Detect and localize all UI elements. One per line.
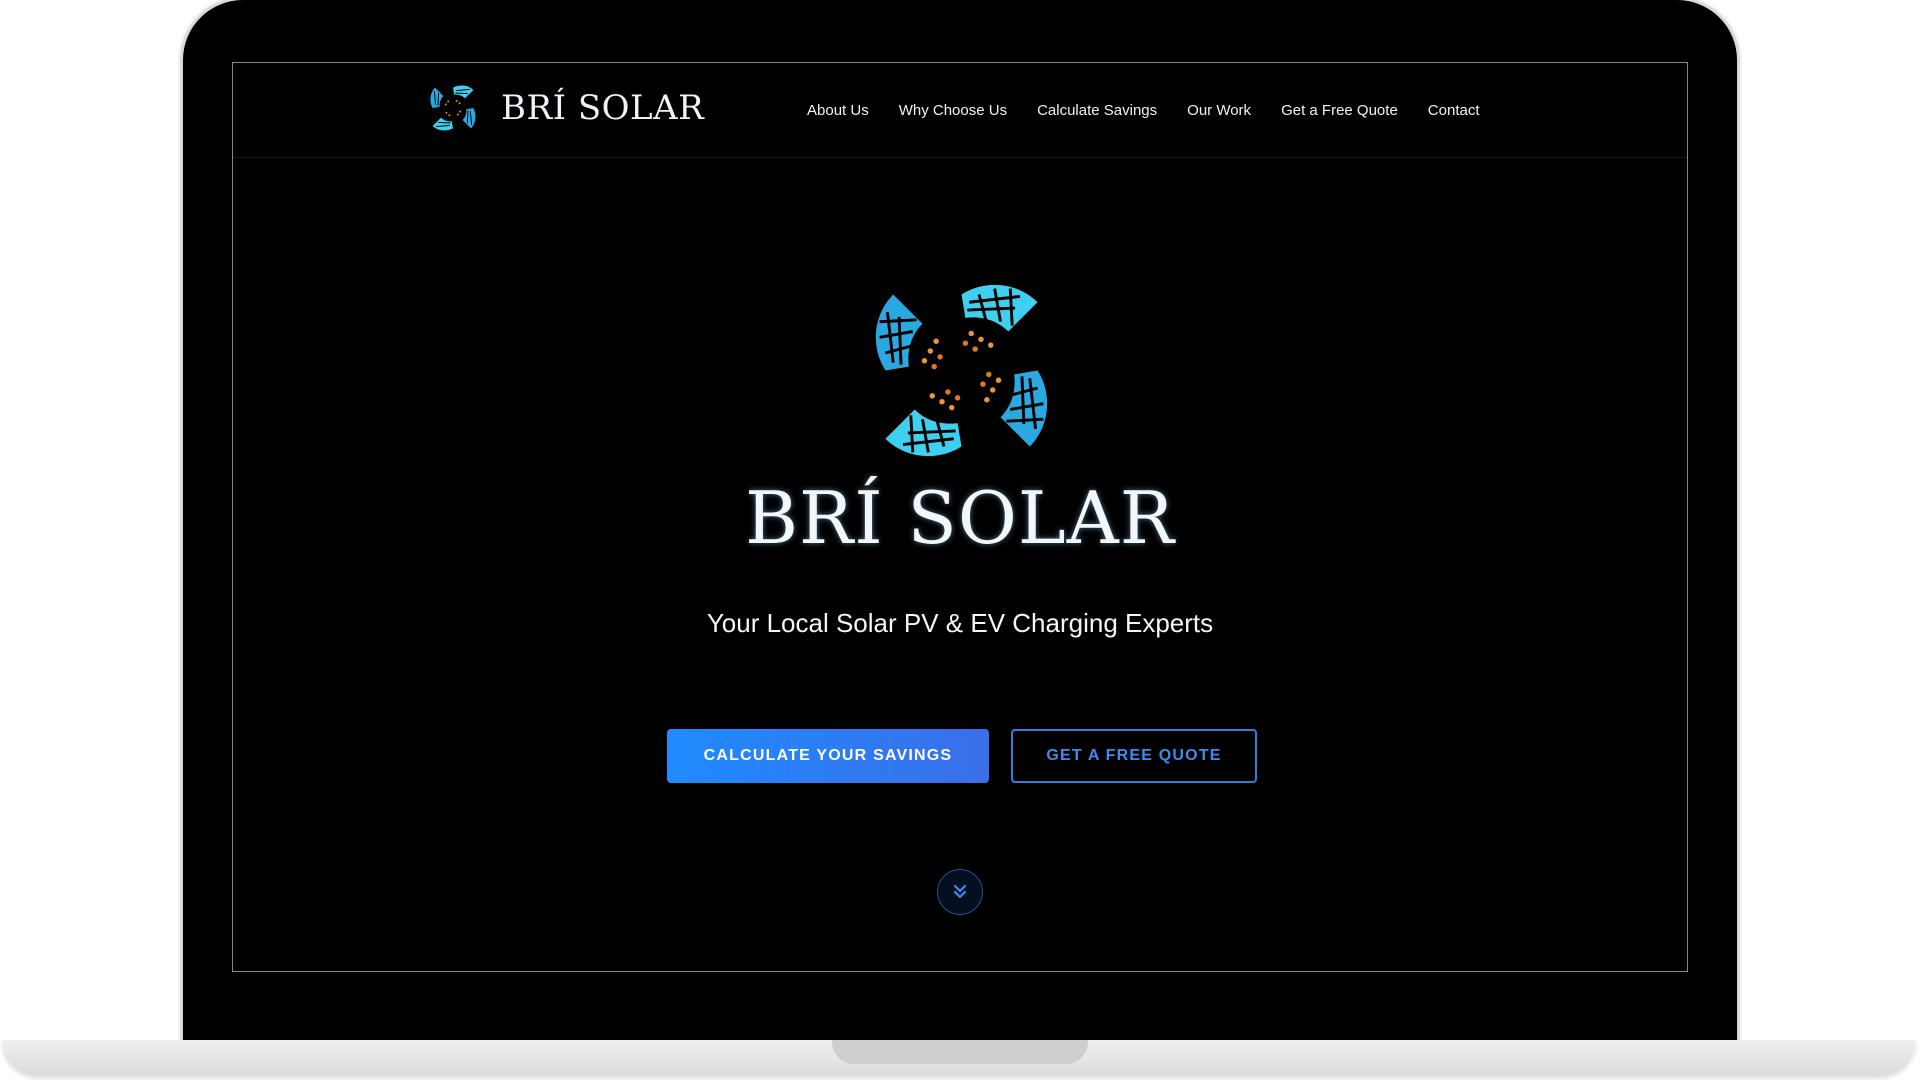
calculate-savings-button[interactable]: CALCULATE YOUR SAVINGS: [667, 729, 989, 783]
double-chevron-down-icon: [953, 884, 967, 899]
nav-link-calculate-savings[interactable]: Calculate Savings: [1037, 102, 1157, 119]
solar-pinwheel-icon: [430, 85, 476, 131]
nav-link-our-work[interactable]: Our Work: [1187, 102, 1251, 119]
laptop-notch: [832, 1040, 1088, 1064]
nav-link-about-us[interactable]: About Us: [807, 102, 869, 119]
hero-solar-pinwheel-icon: [875, 284, 1048, 457]
nav-link-contact[interactable]: Contact: [1428, 102, 1480, 119]
brand-name: BRÍ SOLAR: [501, 88, 705, 128]
nav-link-get-free-quote[interactable]: Get a Free Quote: [1281, 102, 1398, 119]
site-header: BRÍ SOLAR About Us Why Choose Us Calcula…: [233, 63, 1687, 158]
main-nav: About Us Why Choose Us Calculate Savings…: [807, 63, 1480, 157]
hero-subtitle: Your Local Solar PV & EV Charging Expert…: [706, 608, 1214, 638]
get-free-quote-button[interactable]: GET A FREE QUOTE: [1011, 729, 1257, 783]
scroll-down-button[interactable]: [937, 869, 983, 915]
nav-link-why-choose-us[interactable]: Why Choose Us: [899, 102, 1007, 119]
brand-home-link[interactable]: BRÍ SOLAR: [423, 77, 704, 139]
website-screen: BRÍ SOLAR About Us Why Choose Us Calcula…: [232, 62, 1688, 972]
hero-title: BRÍ SOLAR: [745, 476, 1175, 560]
laptop-mockup: BRÍ SOLAR About Us Why Choose Us Calcula…: [0, 0, 1920, 1080]
